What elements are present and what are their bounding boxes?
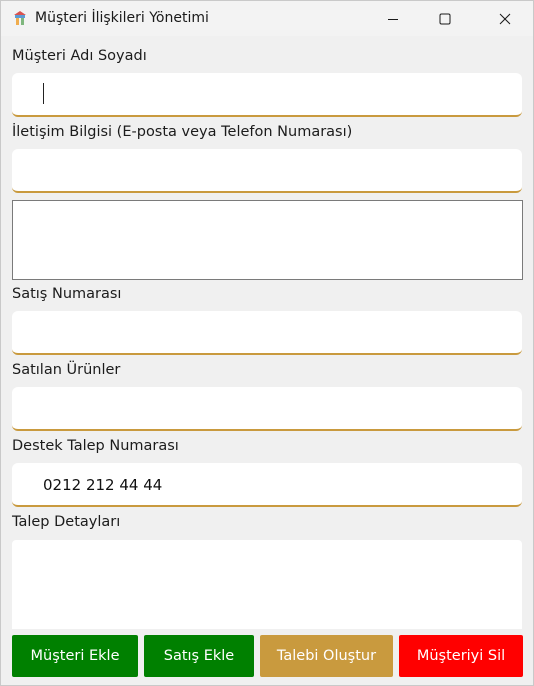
- sale-number-input[interactable]: [12, 311, 522, 355]
- close-button[interactable]: [479, 1, 531, 36]
- sold-products-label: Satılan Ürünler: [12, 362, 121, 378]
- sold-products-input[interactable]: [12, 387, 522, 431]
- support-ticket-number-label: Destek Talep Numarası: [12, 438, 179, 454]
- text-caret: [43, 83, 44, 104]
- customer-name-input[interactable]: [12, 73, 522, 117]
- support-ticket-number-value: 0212 212 44 44: [43, 476, 163, 494]
- minimize-icon: [388, 18, 398, 20]
- delete-customer-button[interactable]: Müşteriyi Sil: [399, 635, 523, 677]
- contact-info-input[interactable]: [12, 149, 522, 193]
- title-bar[interactable]: Müşteri İlişkileri Yönetimi: [1, 1, 533, 36]
- app-icon: [12, 10, 28, 26]
- customer-listbox[interactable]: [12, 200, 523, 280]
- minimize-button[interactable]: [367, 1, 419, 36]
- customer-name-label: Müşteri Adı Soyadı: [12, 48, 147, 64]
- maximize-button[interactable]: [419, 1, 471, 36]
- ticket-details-label: Talep Detayları: [12, 514, 121, 530]
- add-sale-button[interactable]: Satış Ekle: [144, 635, 254, 677]
- add-customer-button[interactable]: Müşteri Ekle: [12, 635, 138, 677]
- support-ticket-number-input[interactable]: 0212 212 44 44: [12, 463, 522, 507]
- ticket-details-textarea[interactable]: [12, 540, 522, 629]
- window-title: Müşteri İlişkileri Yönetimi: [35, 10, 209, 26]
- maximize-icon: [439, 13, 451, 24]
- app-window: Müşteri İlişkileri Yönetimi Müşteri Adı …: [0, 0, 534, 686]
- contact-info-label: İletişim Bilgisi (E-posta veya Telefon N…: [12, 124, 353, 140]
- create-ticket-button[interactable]: Talebi Oluştur: [260, 635, 393, 677]
- close-icon: [499, 13, 511, 24]
- sale-number-label: Satış Numarası: [12, 286, 122, 302]
